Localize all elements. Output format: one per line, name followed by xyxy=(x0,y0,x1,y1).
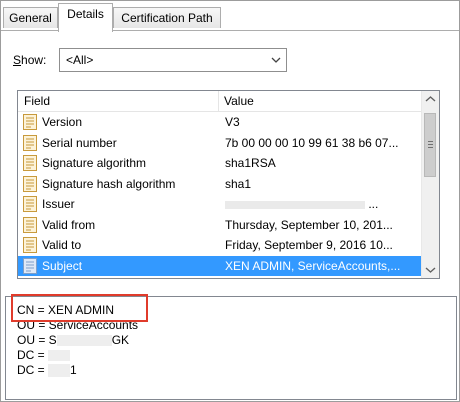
thumb-grip xyxy=(428,141,433,142)
row-field-label: Version xyxy=(42,115,83,129)
certificate-field-icon xyxy=(23,257,37,274)
row-value: V3 xyxy=(225,115,240,129)
vertical-scrollbar[interactable] xyxy=(421,91,439,278)
tab-certification-path[interactable]: Certification Path xyxy=(113,7,221,28)
column-header-value[interactable]: Value xyxy=(224,94,254,108)
column-header-field[interactable]: Field xyxy=(24,94,50,108)
tab-strip: General Details Certification Path xyxy=(1,1,459,32)
certificate-field-icon xyxy=(23,134,37,151)
show-label: Show: xyxy=(13,53,46,67)
certificate-field-icon xyxy=(23,155,37,171)
thumb-grip xyxy=(428,147,433,148)
row-field-label: Valid to xyxy=(42,238,82,252)
scrollbar-thumb[interactable] xyxy=(424,113,436,177)
detail-line-ou-2-suffix: GK xyxy=(111,333,130,347)
column-divider[interactable] xyxy=(218,91,219,111)
certificate-field-icon xyxy=(23,175,37,192)
row-field-label: Signature algorithm xyxy=(42,156,147,170)
row-field-label: Serial number xyxy=(42,135,117,150)
list-row-valid-to[interactable]: Valid to Friday, September 9, 2016 10... xyxy=(18,235,422,256)
row-value: Thursday, September 10, 201... xyxy=(225,217,393,232)
annotation-highlight-box xyxy=(11,294,148,322)
list-header: Field Value xyxy=(18,91,422,112)
redaction-mark xyxy=(225,200,365,209)
field-list[interactable]: Field Value Version V3 Serial number 7b … xyxy=(17,90,440,279)
list-row-serial-number[interactable]: Serial number 7b 00 00 00 10 99 61 38 b6… xyxy=(18,133,422,154)
redaction-mark xyxy=(56,335,112,347)
row-field-label: Valid from xyxy=(42,217,96,232)
list-row-signature-hash-algorithm[interactable]: Signature hash algorithm sha1 xyxy=(18,174,422,195)
certificate-field-icon xyxy=(23,196,37,212)
scroll-down-arrow-icon[interactable] xyxy=(422,261,439,278)
list-row-version[interactable]: Version V3 xyxy=(18,112,422,133)
detail-line-ou-2-prefix: OU = S xyxy=(17,333,57,347)
certificate-dialog: General Details Certification Path Show:… xyxy=(0,0,460,402)
list-row-subject[interactable]: Subject XEN ADMIN, ServiceAccounts,... xyxy=(18,255,422,276)
certificate-field-icon xyxy=(23,237,37,253)
row-value: sha1RSA xyxy=(225,156,276,170)
row-value: XEN ADMIN, ServiceAccounts,... xyxy=(225,258,401,273)
redaction-mark xyxy=(48,350,71,362)
show-label-mnemonic: S xyxy=(13,53,22,67)
detail-line-dc-1-prefix: DC = xyxy=(17,348,45,362)
tab-general[interactable]: General xyxy=(3,7,58,28)
certificate-field-icon xyxy=(23,216,37,233)
certificate-field-icon xyxy=(23,114,37,130)
detail-line-dc-2-suffix: 1 xyxy=(70,363,77,377)
redaction-mark xyxy=(48,364,71,378)
list-rows: Version V3 Serial number 7b 00 00 00 10 … xyxy=(18,112,422,276)
detail-line-dc-2: DC = 1 xyxy=(17,363,77,378)
row-field-label: Signature hash algorithm xyxy=(42,176,176,191)
show-label-text: how: xyxy=(21,53,47,67)
row-value-redacted: ... xyxy=(225,194,420,214)
list-row-signature-algorithm[interactable]: Signature algorithm sha1RSA xyxy=(18,153,422,174)
row-value: Friday, September 9, 2016 10... xyxy=(225,238,393,252)
detail-line-dc-2-prefix: DC = xyxy=(17,363,45,377)
row-value: 7b 00 00 00 10 99 61 38 b6 07... xyxy=(225,135,399,150)
row-value: ... xyxy=(368,197,379,211)
show-dropdown-value: <All> xyxy=(66,53,94,67)
thumb-grip xyxy=(428,144,433,145)
list-row-valid-from[interactable]: Valid from Thursday, September 10, 201..… xyxy=(18,215,422,236)
list-row-issuer[interactable]: Issuer ... xyxy=(18,194,422,215)
scroll-up-arrow-icon[interactable] xyxy=(422,91,439,108)
detail-line-dc-1: DC = xyxy=(17,348,71,362)
chevron-down-icon xyxy=(271,57,281,63)
show-dropdown[interactable]: <All> xyxy=(59,48,287,72)
tab-details[interactable]: Details xyxy=(58,3,113,32)
row-field-label: Issuer xyxy=(42,197,75,211)
detail-line-ou-2: OU = S GK xyxy=(17,333,129,347)
row-value: sha1 xyxy=(225,176,252,191)
row-field-label: Subject xyxy=(42,258,83,273)
